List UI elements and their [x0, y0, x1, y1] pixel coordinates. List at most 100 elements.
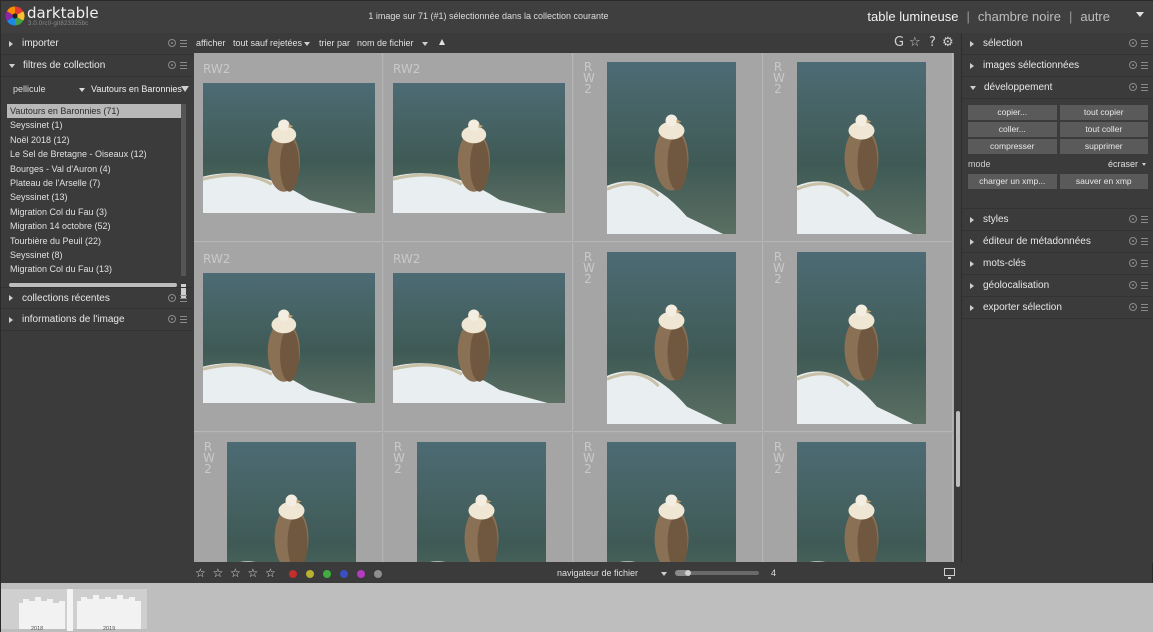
- chevron-down-icon[interactable]: [304, 42, 310, 46]
- star-icon[interactable]: ☆: [248, 566, 259, 580]
- reset-icon[interactable]: [1129, 215, 1137, 223]
- thumbnail-image[interactable]: [203, 273, 375, 403]
- sort-by-select[interactable]: nom de fichier: [357, 38, 414, 48]
- collect-property-select[interactable]: pellicule: [13, 84, 85, 98]
- star-overlay-icon[interactable]: ☆: [909, 35, 921, 50]
- grouping-icon[interactable]: G: [894, 35, 904, 50]
- thumbnail-image[interactable]: [393, 83, 565, 213]
- module-image-information[interactable]: informations de l'image: [1, 309, 193, 331]
- module-import[interactable]: importer: [1, 33, 193, 55]
- film-roll-item[interactable]: Seyssinet (1): [7, 118, 181, 132]
- reset-icon[interactable]: [1129, 39, 1137, 47]
- presets-icon[interactable]: [1141, 304, 1148, 311]
- sort-order-icon[interactable]: [439, 39, 445, 45]
- copy-button[interactable]: copier...: [968, 105, 1057, 120]
- module-styles[interactable]: styles: [962, 209, 1153, 231]
- expand-arrow-icon[interactable]: [9, 316, 13, 323]
- presets-icon[interactable]: [180, 62, 187, 69]
- thumbnail-image[interactable]: [796, 252, 926, 424]
- module-geotagging[interactable]: géolocalisation: [962, 275, 1153, 297]
- thumbnail-cell[interactable]: RW2: [194, 433, 383, 562]
- thumbnail-image[interactable]: [796, 62, 926, 234]
- chevron-down-icon[interactable]: [422, 42, 428, 46]
- module-recent-collections[interactable]: collections récentes: [1, 287, 193, 309]
- presets-icon[interactable]: [180, 40, 187, 47]
- compress-button[interactable]: compresser: [968, 139, 1057, 154]
- collapse-arrow-icon[interactable]: [970, 85, 976, 90]
- chevron-down-icon[interactable]: [661, 572, 667, 576]
- thumbnail-cell[interactable]: RW2: [764, 433, 953, 562]
- thumbnail-image[interactable]: [796, 442, 926, 562]
- presets-icon[interactable]: [1141, 238, 1148, 245]
- film-roll-item[interactable]: Seyssinet (13): [7, 190, 181, 204]
- thumbnail-cell[interactable]: RW2: [764, 243, 953, 432]
- color-label-icon[interactable]: [323, 570, 331, 578]
- star-icon[interactable]: ☆: [230, 566, 241, 580]
- star-icon[interactable]: ☆: [265, 566, 276, 580]
- reset-icon[interactable]: [1129, 61, 1137, 69]
- color-label-icon[interactable]: [289, 570, 297, 578]
- film-roll-item[interactable]: Noël 2018 (12): [7, 133, 181, 147]
- expand-arrow-icon[interactable]: [970, 260, 974, 267]
- reset-icon[interactable]: [168, 61, 176, 69]
- timeline-histogram[interactable]: [1, 589, 147, 629]
- thumbnail-cell[interactable]: RW2: [764, 53, 953, 242]
- expand-arrow-icon[interactable]: [970, 40, 974, 47]
- timeline-cursor[interactable]: [67, 589, 73, 631]
- thumbnail-cell[interactable]: RW2: [574, 53, 763, 242]
- thumbnail-image[interactable]: [226, 442, 356, 562]
- view-other[interactable]: autre: [1080, 9, 1110, 24]
- thumbnail-image[interactable]: [606, 442, 736, 562]
- reset-icon[interactable]: [1129, 237, 1137, 245]
- thumbnail-cell[interactable]: RW2: [194, 53, 383, 242]
- expand-arrow-icon[interactable]: [970, 304, 974, 311]
- chevron-down-icon[interactable]: [1142, 163, 1146, 166]
- zoom-entry[interactable]: 4: [771, 568, 776, 578]
- color-label-icon[interactable]: [306, 570, 314, 578]
- view-lighttable[interactable]: table lumineuse: [867, 9, 958, 24]
- module-select[interactable]: sélection: [962, 33, 1153, 55]
- collect-value-entry[interactable]: Vautours en Baronnies: [91, 84, 189, 98]
- expand-arrow-icon[interactable]: [970, 238, 974, 245]
- thumbnail-image[interactable]: [393, 273, 565, 403]
- expand-arrow-icon[interactable]: [970, 282, 974, 289]
- expand-arrow-icon[interactable]: [970, 62, 974, 69]
- rating-filter-select[interactable]: tout sauf rejetées: [233, 38, 302, 48]
- presets-icon[interactable]: [180, 295, 187, 302]
- reset-icon[interactable]: [168, 294, 176, 302]
- load-xmp-button[interactable]: charger un xmp...: [968, 174, 1057, 189]
- thumbnail-cell[interactable]: RW2: [384, 53, 573, 242]
- thumbnail-cell[interactable]: RW2: [194, 243, 383, 432]
- preferences-icon[interactable]: ⚙: [942, 35, 954, 50]
- film-roll-item[interactable]: Migration Col du Fau (3): [7, 205, 181, 219]
- grid-scroll-thumb[interactable]: [956, 411, 960, 487]
- save-xmp-button[interactable]: sauver en xmp: [1059, 174, 1148, 189]
- help-icon[interactable]: ?: [929, 35, 936, 50]
- paste-all-button[interactable]: tout coller: [1059, 122, 1148, 137]
- module-collect[interactable]: filtres de collection: [1, 55, 193, 77]
- display-profile-icon[interactable]: [944, 568, 955, 579]
- thumbnail-image[interactable]: [606, 252, 736, 424]
- view-darkroom[interactable]: chambre noire: [978, 9, 1061, 24]
- film-roll-item[interactable]: Plateau de l'Arselle (7): [7, 176, 181, 190]
- reset-icon[interactable]: [1129, 303, 1137, 311]
- reset-icon[interactable]: [168, 39, 176, 47]
- thumbnail-image[interactable]: [416, 442, 546, 562]
- star-icon[interactable]: ☆: [195, 566, 206, 580]
- color-label-icon[interactable]: [374, 570, 382, 578]
- film-roll-item[interactable]: Vautours en Baronnies (71): [7, 104, 181, 119]
- thumbnail-image[interactable]: [606, 62, 736, 234]
- discard-button[interactable]: supprimer: [1059, 139, 1148, 154]
- module-metadata-editor[interactable]: éditeur de métadonnées: [962, 231, 1153, 253]
- expand-arrow-icon[interactable]: [970, 216, 974, 223]
- film-roll-item[interactable]: Seyssinet (8): [7, 248, 181, 262]
- presets-icon[interactable]: [1141, 282, 1148, 289]
- thumbnail-cell[interactable]: RW2: [574, 243, 763, 432]
- reset-icon[interactable]: [1129, 83, 1137, 91]
- presets-icon[interactable]: [1141, 40, 1148, 47]
- film-roll-item[interactable]: Le Sel de Bretagne - Oiseaux (12): [7, 147, 181, 161]
- views-dropdown-icon[interactable]: [1136, 12, 1144, 17]
- thumbnail-image[interactable]: [203, 83, 375, 213]
- presets-icon[interactable]: [1141, 216, 1148, 223]
- mode-select[interactable]: mode écraser: [968, 156, 1148, 171]
